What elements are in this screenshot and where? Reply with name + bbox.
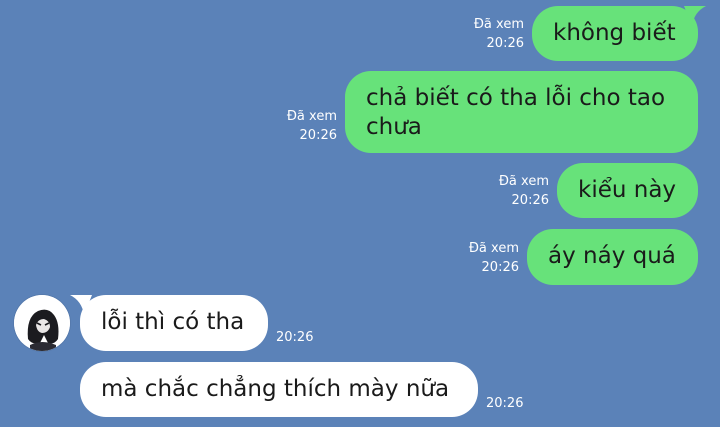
bubble-tail-icon: [70, 295, 92, 315]
seen-status: Đã xem: [468, 241, 519, 256]
incoming-message: mà chắc chẳng thích mày nữa 20:26: [80, 362, 523, 417]
message-meta: Đã xem 20:26: [499, 172, 549, 210]
message-time: 20:26: [299, 128, 337, 143]
outgoing-message: Đã xem 20:26 chả biết có tha lỗi cho tao…: [287, 71, 698, 153]
seen-status: Đã xem: [473, 17, 524, 32]
outgoing-message: Đã xem 20:26 kiểu này: [499, 163, 698, 218]
message-bubble[interactable]: áy náy quá: [527, 229, 698, 285]
outgoing-message: Đã xem 20:26 không biết: [474, 6, 706, 61]
message-text: kiểu này: [578, 177, 677, 203]
message-text: chả biết có tha lỗi cho tao chưa: [366, 85, 666, 140]
outgoing-message: Đã xem 20:26 áy náy quá: [469, 229, 698, 285]
message-bubble[interactable]: chả biết có tha lỗi cho tao chưa: [345, 71, 698, 153]
seen-status: Đã xem: [286, 109, 337, 124]
message-text: mà chắc chẳng thích mày nữa: [101, 376, 450, 402]
message-time: 20:26: [276, 330, 314, 345]
message-time: 20:26: [481, 260, 519, 275]
bubble-tail-icon: [684, 6, 706, 26]
message-time: 20:26: [511, 193, 549, 208]
message-time: 20:26: [486, 36, 524, 51]
message-bubble[interactable]: không biết: [532, 6, 706, 61]
avatar-illustration: [14, 295, 70, 351]
message-text: lỗi thì có tha: [101, 309, 245, 335]
avatar-icon[interactable]: [14, 295, 70, 351]
message-text: áy náy quá: [548, 243, 676, 269]
message-meta: Đã xem 20:26: [287, 107, 337, 145]
message-bubble[interactable]: lỗi thì có tha: [70, 295, 268, 351]
message-text: không biết: [553, 20, 676, 46]
seen-status: Đã xem: [498, 174, 549, 189]
message-time: 20:26: [486, 396, 524, 411]
message-bubble[interactable]: kiểu này: [557, 163, 698, 218]
chat-window: Đã xem 20:26 không biết Đã xem 20:26 chả…: [0, 0, 720, 427]
message-meta: Đã xem 20:26: [469, 239, 519, 277]
incoming-message: lỗi thì có tha 20:26: [70, 295, 314, 351]
message-meta: Đã xem 20:26: [474, 15, 524, 53]
message-bubble[interactable]: mà chắc chẳng thích mày nữa: [80, 362, 478, 417]
